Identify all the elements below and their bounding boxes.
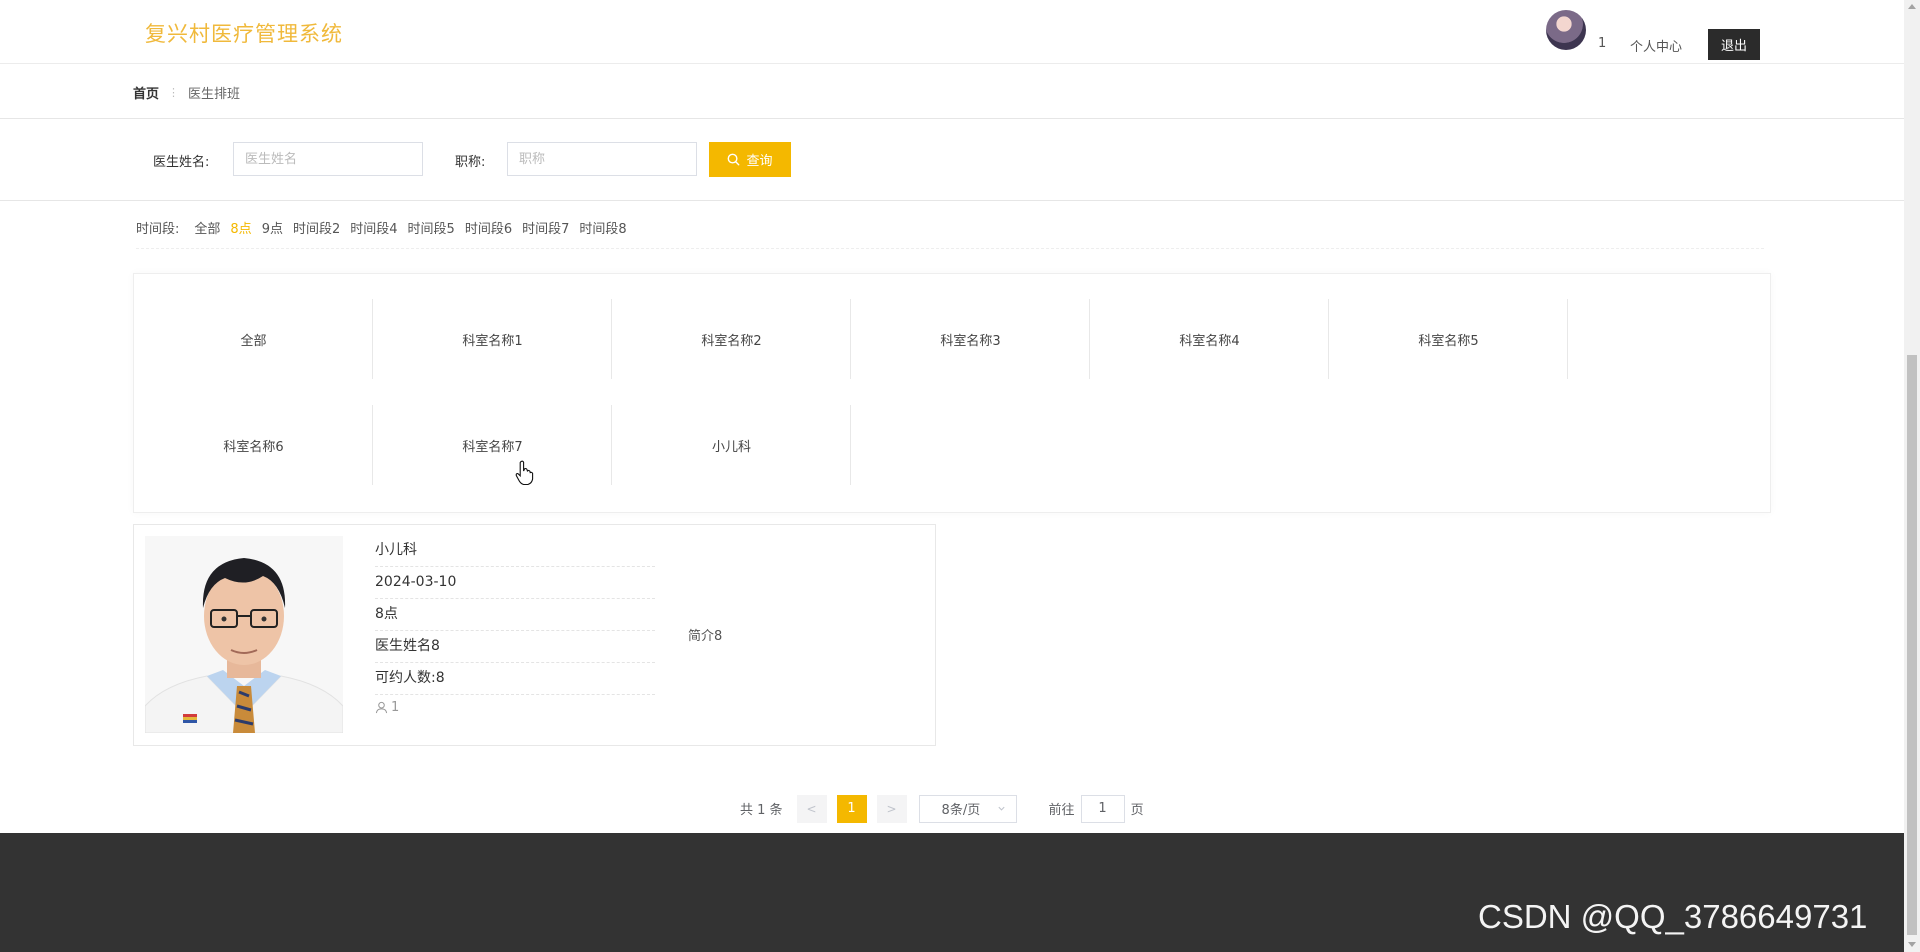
next-page-button[interactable]: > (876, 794, 907, 823)
time-option-8[interactable]: 8点 (230, 218, 251, 237)
prev-page-button[interactable]: < (796, 794, 827, 823)
dept-item-7[interactable]: 科室名称7 (373, 405, 612, 485)
card-time: 8点 (375, 599, 655, 631)
scroll-down-icon[interactable] (1908, 942, 1916, 947)
vertical-scrollbar[interactable] (1904, 0, 1920, 952)
time-option-slot8[interactable]: 时间段8 (579, 218, 626, 237)
pagination: 共 1 条 < 1 > 8条/页 前往 页 (740, 794, 1144, 823)
user-avatar[interactable] (1546, 10, 1586, 50)
doctor-photo[interactable] (145, 536, 343, 733)
page-suffix-label: 页 (1130, 803, 1144, 818)
user-icon (375, 701, 388, 714)
breadcrumb-current: 医生排班 (188, 87, 241, 102)
card-department: 小儿科 (375, 535, 655, 567)
page: 复兴村医疗管理系统 1 个人中心 退出 首页 ⋮ 医生排班 医生姓名: 职称: … (0, 0, 1920, 952)
card-doctor-name: 医生姓名8 (375, 631, 655, 663)
top-header: 复兴村医疗管理系统 1 个人中心 退出 (0, 0, 1904, 64)
doctor-name-label: 医生姓名: (153, 155, 210, 170)
scroll-thumb[interactable] (1907, 355, 1917, 935)
dept-item-1[interactable]: 科室名称1 (373, 299, 612, 379)
breadcrumb-bar: 首页 ⋮ 医生排班 (0, 64, 1904, 119)
username-text: 1 (1598, 36, 1607, 51)
time-option-all[interactable]: 全部 (194, 218, 220, 237)
breadcrumb-separator-icon: ⋮ (168, 86, 180, 99)
card-date: 2024-03-10 (375, 567, 655, 599)
watermark-text: CSDN @QQ_3786649731 (1478, 898, 1868, 935)
time-option-9[interactable]: 9点 (262, 218, 283, 237)
scroll-up-icon[interactable] (1908, 4, 1916, 9)
doctor-name-input[interactable] (233, 142, 423, 176)
goto-page-input[interactable] (1080, 794, 1125, 823)
title-input[interactable] (507, 142, 697, 176)
dept-item-all[interactable]: 全部 (134, 299, 373, 379)
like-count: 1 (391, 700, 400, 715)
dept-item-4[interactable]: 科室名称4 (1090, 299, 1329, 379)
breadcrumb-home[interactable]: 首页 (133, 83, 159, 102)
pagination-total: 共 1 条 (740, 803, 783, 818)
logout-button[interactable]: 退出 (1708, 29, 1760, 60)
goto-label: 前往 (1048, 803, 1075, 818)
time-filter-bar: 时间段: 全部 8点 9点 时间段2 时间段4 时间段5 时间段6 时间段7 时… (136, 218, 1764, 249)
doctor-schedule-card[interactable]: 小儿科 2024-03-10 8点 医生姓名8 可约人数:8 1 简介8 (133, 524, 936, 746)
search-bar: 医生姓名: 职称: 查询 (0, 119, 1904, 201)
title-label: 职称: (455, 155, 486, 170)
card-intro: 简介8 (688, 629, 723, 644)
dept-item-pediatrics[interactable]: 小儿科 (612, 405, 851, 485)
time-option-slot7[interactable]: 时间段7 (522, 218, 569, 237)
card-capacity: 可约人数:8 (375, 663, 655, 695)
time-option-slot6[interactable]: 时间段6 (465, 218, 512, 237)
dept-item-2[interactable]: 科室名称2 (612, 299, 851, 379)
time-option-slot2[interactable]: 时间段2 (293, 218, 340, 237)
dept-item-3[interactable]: 科室名称3 (851, 299, 1090, 379)
personal-center-link[interactable]: 个人中心 (1630, 36, 1682, 55)
query-button[interactable]: 查询 (709, 142, 791, 177)
site-title: 复兴村医疗管理系统 (145, 22, 343, 46)
page-size-select[interactable]: 8条/页 (918, 794, 1017, 823)
chevron-down-icon (997, 806, 1005, 811)
department-panel: 全部 科室名称1 科室名称2 科室名称3 科室名称4 科室名称5 科室名称6 科… (133, 273, 1771, 513)
like-counter[interactable]: 1 (375, 700, 399, 715)
query-button-label: 查询 (746, 154, 773, 169)
page-size-value: 8条/页 (941, 803, 981, 818)
time-filter-label: 时间段: (136, 222, 180, 237)
search-icon (728, 153, 740, 166)
dept-item-6[interactable]: 科室名称6 (134, 405, 373, 485)
hand-cursor-icon (515, 460, 534, 486)
page-number-current[interactable]: 1 (836, 794, 867, 823)
time-option-slot4[interactable]: 时间段4 (350, 218, 397, 237)
breadcrumb: 首页 ⋮ 医生排班 (133, 83, 240, 102)
time-option-slot5[interactable]: 时间段5 (408, 218, 455, 237)
dept-item-5[interactable]: 科室名称5 (1329, 299, 1568, 379)
